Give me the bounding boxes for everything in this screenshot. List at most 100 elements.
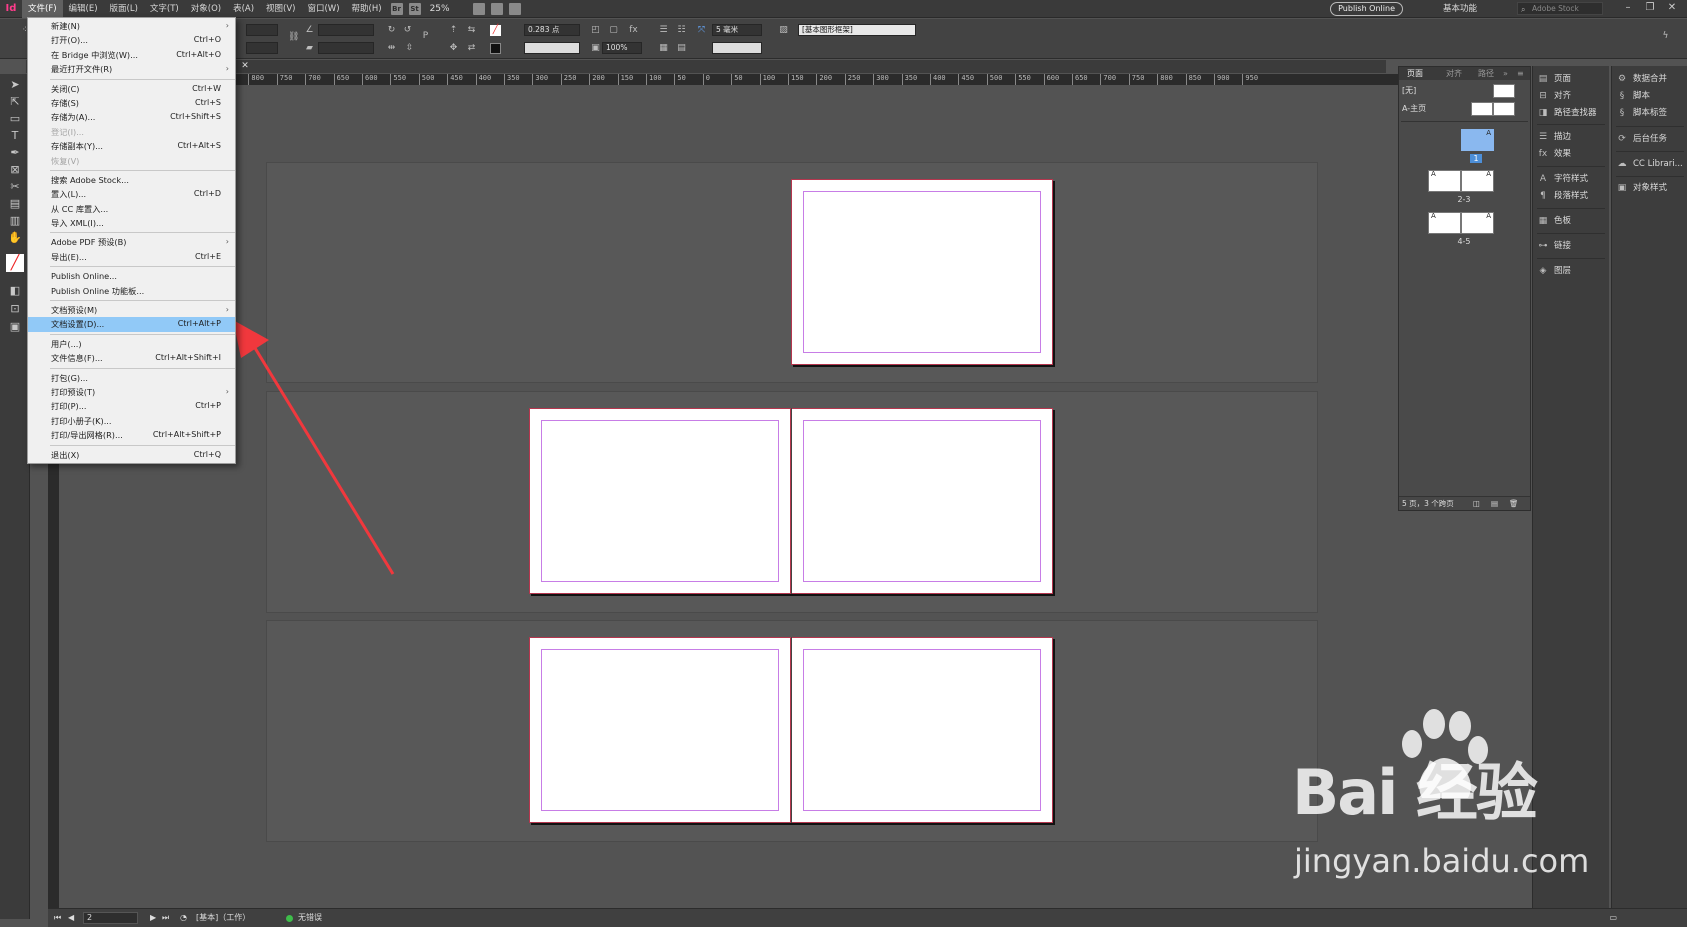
file-menu-item[interactable]: 存储(S) Ctrl+S (28, 96, 235, 110)
select-next-icon[interactable]: ⇄ (466, 43, 477, 54)
edit-page-size-icon[interactable]: ◫ (1473, 497, 1480, 511)
rotate-cw-icon[interactable]: ↻ (386, 25, 397, 36)
align-left-icon[interactable]: ☰ (658, 25, 669, 36)
x-field[interactable] (246, 24, 278, 36)
tab-pages[interactable]: 页面 (1407, 67, 1423, 80)
bridge-icon[interactable]: Br (390, 2, 403, 15)
stock-icon[interactable]: St (408, 2, 421, 15)
note-tool-icon[interactable]: ▥ (8, 214, 22, 228)
select-container-icon[interactable]: ⇡ (448, 25, 459, 36)
menu-window[interactable]: 窗口(W) (301, 0, 345, 18)
menu-layout[interactable]: 版面(L) (104, 0, 144, 18)
menu-file[interactable]: 文件(F) (22, 0, 63, 18)
master-workspace-status[interactable]: [基本]（工作） (196, 909, 250, 927)
next-page-icon[interactable]: ▶ (150, 909, 156, 927)
menu-object[interactable]: 对象(O) (185, 0, 227, 18)
scale-field[interactable]: 100% (602, 42, 642, 54)
page-tool-icon[interactable]: ▭ (8, 112, 22, 126)
panel-menu-icon[interactable]: ≡ (1517, 67, 1524, 80)
preflight-status[interactable]: 无错误 (298, 909, 322, 927)
frame-fitting-icon[interactable]: ◰ (590, 25, 601, 36)
stroke-weight-field[interactable]: 0.283 点 (524, 24, 580, 36)
panel-button[interactable]: ⚙ 数据合并 (1616, 72, 1667, 86)
file-menu-item[interactable]: 在 Bridge 中浏览(W)... Ctrl+Alt+O (28, 48, 235, 62)
file-menu-item[interactable]: Publish Online... (28, 269, 235, 283)
layout-toggle-icon[interactable]: ▭ (1609, 909, 1617, 927)
direct-selection-tool-icon[interactable]: ⇱ (8, 95, 22, 109)
stock-search-input[interactable]: ⌕ Adobe Stock (1517, 2, 1603, 15)
distribute-icon[interactable]: ⤧ (696, 25, 707, 36)
flip-v-icon[interactable]: ⇳ (404, 43, 415, 54)
stroke-color-icon[interactable] (490, 43, 501, 54)
page-thumb-1[interactable]: A (1461, 129, 1494, 151)
arrange-documents-icon[interactable] (508, 2, 521, 15)
flip-h-icon[interactable]: ⇹ (386, 43, 397, 54)
panel-button[interactable]: § 脚本 (1616, 89, 1650, 103)
close-icon[interactable]: ✕ (1663, 0, 1681, 18)
file-menu-item[interactable]: Publish Online 功能板... (28, 284, 235, 298)
panel-button[interactable]: ▤ 页面 (1537, 72, 1571, 86)
file-menu-item[interactable]: 打印(P)... Ctrl+P (28, 399, 235, 413)
panel-button[interactable]: ▦ 色板 (1537, 214, 1571, 228)
page-5[interactable] (791, 637, 1053, 823)
select-previous-icon[interactable]: ⇆ (466, 25, 477, 36)
panel-button[interactable]: fx 效果 (1537, 147, 1571, 161)
page-4[interactable] (529, 637, 791, 823)
panel-button[interactable]: ⊶ 链接 (1537, 239, 1572, 253)
scissors-tool-icon[interactable]: ✂ (8, 180, 22, 194)
align-center-icon[interactable]: ☷ (676, 25, 687, 36)
zoom-level[interactable]: 25% (430, 4, 470, 14)
menu-table[interactable]: 表(A) (227, 0, 260, 18)
rectangle-frame-tool-icon[interactable]: ⊠ (8, 163, 22, 177)
wrap-icon[interactable]: ▦ (658, 43, 669, 54)
first-page-icon[interactable]: ⏮ (54, 909, 61, 927)
view-options-icon[interactable] (472, 2, 485, 15)
panel-button[interactable]: ¶ 段落样式 (1537, 189, 1588, 203)
color-swatch-select[interactable] (712, 42, 762, 54)
pen-tool-icon[interactable]: ✒ (8, 146, 22, 160)
panel-button[interactable]: A 字符样式 (1537, 172, 1588, 186)
file-menu-item[interactable]: 从 CC 库置入... (28, 202, 235, 216)
panel-button[interactable]: ☰ 描边 (1537, 130, 1571, 144)
file-menu-item[interactable]: 用户(...) (28, 337, 235, 351)
page-2[interactable] (529, 408, 791, 594)
panel-button[interactable]: § 脚本标签 (1616, 106, 1667, 120)
page-thumb-3[interactable]: A (1461, 170, 1494, 192)
selection-tool-icon[interactable]: ➤ (8, 78, 22, 92)
file-menu-item[interactable]: 打印/导出网格(R)... Ctrl+Alt+Shift+P (28, 428, 235, 442)
workspace-switcher[interactable]: 基本功能 (1443, 0, 1477, 18)
page-1[interactable] (791, 179, 1053, 365)
page-thumb-4[interactable]: A (1428, 212, 1461, 234)
shear-field[interactable] (318, 42, 374, 54)
last-page-icon[interactable]: ⏭ (162, 909, 169, 927)
swap-color-icon[interactable]: ◧ (8, 284, 22, 298)
screen-mode-icon[interactable] (490, 2, 503, 15)
minimize-icon[interactable]: – (1619, 0, 1637, 18)
wrap2-icon[interactable]: ▤ (676, 43, 687, 54)
panel-button[interactable]: ▣ 对象样式 (1616, 181, 1667, 195)
open-page-icon[interactable]: ◔ (180, 909, 187, 927)
file-menu-item[interactable]: 文件信息(F)... Ctrl+Alt+Shift+I (28, 351, 235, 365)
formatting-icon[interactable]: ⊡ (8, 302, 22, 316)
panel-button[interactable]: ⊟ 对齐 (1537, 89, 1571, 103)
file-menu-item[interactable]: 导入 XML(I)... (28, 216, 235, 230)
select-content-icon[interactable]: ✥ (448, 43, 459, 54)
page-thumb-5[interactable]: A (1461, 212, 1494, 234)
file-menu-item[interactable]: 导出(E)... Ctrl+E (28, 250, 235, 264)
file-menu-item[interactable]: 存储副本(Y)... Ctrl+Alt+S (28, 139, 235, 153)
page-3[interactable] (791, 408, 1053, 594)
y-field[interactable] (246, 42, 278, 54)
master-none[interactable]: [无] (1402, 85, 1416, 96)
rotate-ccw-icon[interactable]: ↺ (402, 25, 413, 36)
prev-page-icon[interactable]: ◀ (68, 909, 74, 927)
fill-none-icon[interactable]: ╱ (490, 25, 501, 36)
menu-view[interactable]: 视图(V) (260, 0, 301, 18)
view-mode-icon[interactable]: ▣ (8, 320, 22, 334)
frame-style-select[interactable]: [基本图形框架] (798, 24, 916, 36)
file-menu-item[interactable]: 关闭(C) Ctrl+W (28, 82, 235, 96)
constrain-icon[interactable]: ⛓ (288, 32, 299, 43)
delete-page-icon[interactable]: 🗑 (1509, 497, 1519, 511)
file-menu-item[interactable]: 最近打开文件(R) › (28, 62, 235, 76)
publish-online-button[interactable]: Publish Online (1330, 2, 1403, 16)
file-menu-item[interactable]: 置入(L)... Ctrl+D (28, 187, 235, 201)
